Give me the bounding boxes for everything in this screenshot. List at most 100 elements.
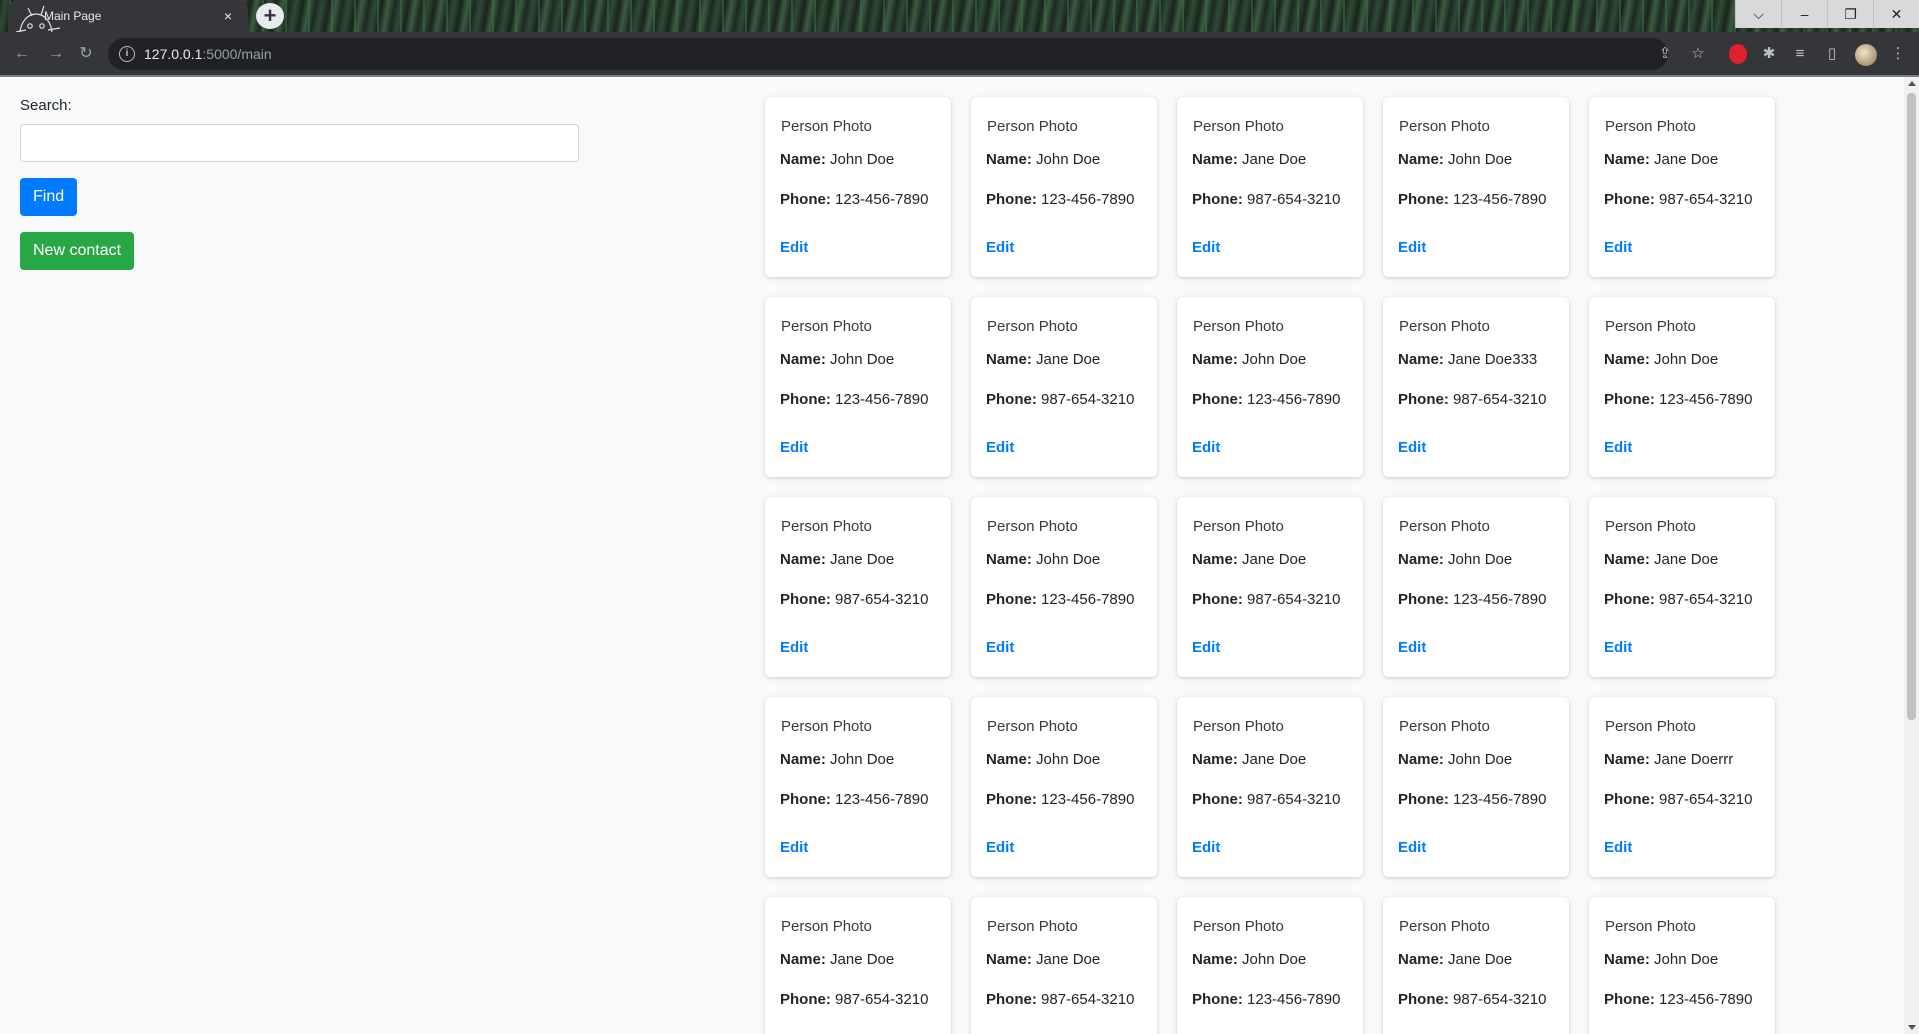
person-photo: Person Photo — [986, 915, 1143, 937]
contact-name: John Doe — [1448, 751, 1513, 768]
extensions-puzzle-icon[interactable]: ✱ — [1759, 44, 1779, 64]
edit-link[interactable]: Edit — [1604, 639, 1632, 656]
contact-card: Person Photo Name: John Doe Phone: 123-456… — [971, 697, 1157, 877]
restore-icon[interactable]: ❐ — [1827, 0, 1873, 28]
contact-name: John Doe — [1654, 951, 1719, 968]
contact-phone: 123-456-7890 — [1247, 391, 1341, 408]
edit-link[interactable]: Edit — [986, 439, 1014, 456]
edit-link[interactable]: Edit — [780, 439, 808, 456]
back-arrow-icon[interactable]: ← — [12, 44, 32, 64]
contact-card: Person Photo Name: John Doe Phone: 123-456… — [1383, 497, 1569, 677]
contact-name-row: Name: Jane Doe333 — [1398, 349, 1555, 371]
contact-phone-row: Phone: 987-654-3210 — [780, 989, 937, 1011]
phone-label: Phone: — [1398, 791, 1449, 808]
contact-card: Person Photo Name: John Doe Phone: 123-456… — [1589, 897, 1775, 1034]
contact-name: Jane Doe — [830, 551, 895, 568]
person-photo-alt: Person Photo — [781, 117, 872, 135]
tab-close-icon[interactable]: × — [220, 8, 236, 24]
person-photo: Person Photo — [1398, 115, 1555, 137]
contact-card: Person Photo Name: John Doe Phone: 123-456… — [765, 697, 951, 877]
extension-red-icon[interactable] — [1729, 44, 1747, 64]
close-window-icon[interactable]: ✕ — [1873, 0, 1919, 28]
name-label: Name: — [986, 551, 1032, 568]
contact-name-row: Name: Jane Doe — [1398, 949, 1555, 971]
contact-name-row: Name: John Doe — [1398, 749, 1555, 771]
scrollbar-thumb[interactable] — [1907, 93, 1916, 720]
contact-phone-row: Phone: 123-456-7890 — [780, 789, 937, 811]
edit-link[interactable]: Edit — [1192, 839, 1220, 856]
contact-card: Person Photo Name: John Doe Phone: 123-456… — [1383, 97, 1569, 277]
minimize-icon[interactable]: – — [1781, 0, 1827, 28]
contact-phone: 123-456-7890 — [1247, 991, 1341, 1008]
person-photo-alt: Person Photo — [781, 517, 872, 535]
contact-name-row: Name: Jane Doerrr — [1604, 749, 1761, 771]
contact-phone-row: Phone: 123-456-7890 — [1604, 989, 1761, 1011]
scroll-up-icon[interactable] — [1908, 81, 1916, 86]
edit-link[interactable]: Edit — [1192, 239, 1220, 256]
name-label: Name: — [1604, 951, 1650, 968]
scroll-down-icon[interactable] — [1908, 1025, 1916, 1030]
person-photo-alt: Person Photo — [1605, 517, 1696, 535]
address-bar[interactable]: i 127.0.0.1:5000/main — [108, 38, 1668, 70]
name-label: Name: — [1192, 951, 1238, 968]
person-photo: Person Photo — [986, 315, 1143, 337]
reload-icon[interactable]: ↻ — [76, 44, 96, 64]
contact-name-row: Name: John Doe — [986, 749, 1143, 771]
edit-link[interactable]: Edit — [986, 839, 1014, 856]
name-label: Name: — [986, 151, 1032, 168]
edit-link[interactable]: Edit — [1604, 239, 1632, 256]
phone-label: Phone: — [986, 591, 1037, 608]
phone-label: Phone: — [986, 791, 1037, 808]
menu-kebab-icon[interactable]: ⋮ — [1888, 44, 1908, 64]
share-icon[interactable]: ⇪ — [1655, 44, 1675, 64]
edit-link[interactable]: Edit — [986, 639, 1014, 656]
search-input[interactable] — [20, 124, 579, 162]
edit-link[interactable]: Edit — [1398, 439, 1426, 456]
contact-phone-row: Phone: 123-456-7890 — [986, 589, 1143, 611]
person-photo-alt: Person Photo — [781, 317, 872, 335]
page-scrollbar[interactable] — [1904, 77, 1919, 1034]
bookmark-star-icon[interactable]: ☆ — [1688, 44, 1708, 64]
name-label: Name: — [1192, 151, 1238, 168]
edit-link[interactable]: Edit — [1192, 639, 1220, 656]
person-photo-alt: Person Photo — [1193, 317, 1284, 335]
contact-phone: 123-456-7890 — [835, 791, 929, 808]
edit-link[interactable]: Edit — [986, 239, 1014, 256]
edit-link[interactable]: Edit — [1398, 839, 1426, 856]
contact-card: Person Photo Name: Jane Doe Phone: 987-654… — [765, 497, 951, 677]
forward-arrow-icon[interactable]: → — [46, 44, 66, 64]
edit-link[interactable]: Edit — [1192, 439, 1220, 456]
edit-link[interactable]: Edit — [1604, 839, 1632, 856]
page-viewport: Search: Find New contact Person Photo Nam… — [0, 77, 1904, 1034]
edit-link[interactable]: Edit — [1604, 439, 1632, 456]
edit-link[interactable]: Edit — [1398, 239, 1426, 256]
person-photo: Person Photo — [986, 515, 1143, 537]
contact-phone-row: Phone: 987-654-3210 — [1398, 389, 1555, 411]
side-panel-icon[interactable]: ▯ — [1822, 44, 1842, 64]
edit-link[interactable]: Edit — [780, 639, 808, 656]
browser-tab[interactable]: Main Page × — [8, 0, 248, 55]
contact-name: Jane Doe — [1654, 551, 1719, 568]
edit-link[interactable]: Edit — [1398, 639, 1426, 656]
contact-name: Jane Doe333 — [1448, 351, 1538, 368]
reading-list-icon[interactable]: ≡ — [1790, 44, 1810, 64]
person-photo-alt: Person Photo — [987, 717, 1078, 735]
contact-name-row: Name: John Doe — [780, 749, 937, 771]
new-tab-button[interactable]: + — [256, 3, 284, 29]
tab-search-icon[interactable]: ⌵ — [1735, 0, 1781, 28]
contact-name: Jane Doe — [1242, 551, 1307, 568]
contact-phone-row: Phone: 987-654-3210 — [780, 589, 937, 611]
contact-name-row: Name: John Doe — [780, 349, 937, 371]
name-label: Name: — [780, 951, 826, 968]
edit-link[interactable]: Edit — [780, 839, 808, 856]
new-contact-button[interactable]: New contact — [20, 232, 135, 270]
contact-card: Person Photo Name: John Doe Phone: 123-456… — [1383, 697, 1569, 877]
profile-avatar[interactable] — [1855, 44, 1877, 66]
phone-label: Phone: — [1398, 991, 1449, 1008]
contact-phone-row: Phone: 987-654-3210 — [1192, 789, 1349, 811]
edit-link[interactable]: Edit — [780, 239, 808, 256]
site-info-icon[interactable]: i — [119, 46, 135, 62]
phone-label: Phone: — [780, 391, 831, 408]
find-button[interactable]: Find — [20, 178, 78, 216]
person-photo: Person Photo — [780, 915, 937, 937]
